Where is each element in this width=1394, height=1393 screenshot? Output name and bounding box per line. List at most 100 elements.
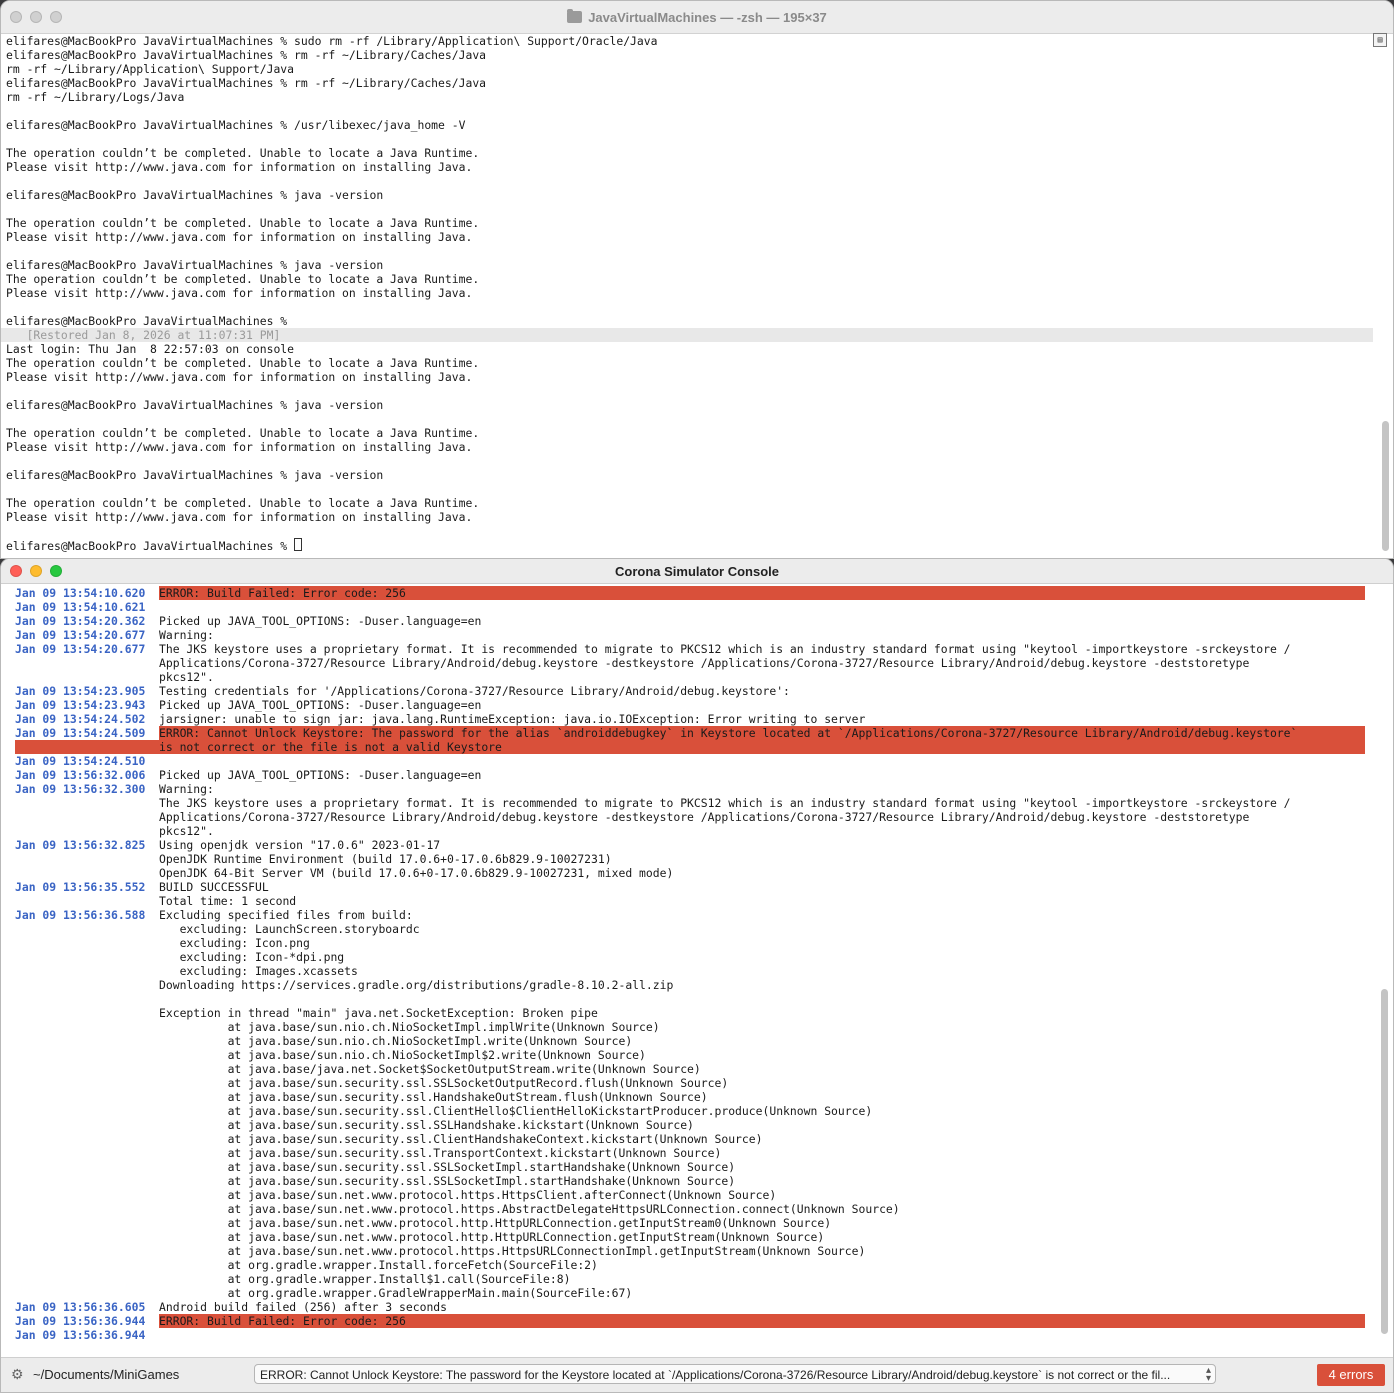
log-message: Picked up JAVA_TOOL_OPTIONS: -Duser.lang… (159, 614, 482, 628)
log-timestamp: Jan 09 13:56:32.006 (15, 768, 146, 782)
log-timestamp: Jan 09 13:56:36.588 (15, 908, 146, 922)
window-controls (10, 565, 62, 577)
terminal-line: Please visit http://www.java.com for inf… (6, 160, 473, 174)
terminal-line: elifares@MacBookPro JavaVirtualMachines … (6, 34, 658, 48)
console-log[interactable]: Jan 09 13:54:10.620 ERROR: Build Failed: … (15, 586, 1365, 1342)
log-message: Picked up JAVA_TOOL_OPTIONS: -Duser.lang… (159, 698, 482, 712)
minimize-button[interactable] (30, 565, 42, 577)
log-timestamp: Jan 09 13:56:32.300 (15, 782, 146, 796)
log-message: BUILD SUCCESSFUL Total time: 1 second (159, 880, 297, 908)
log-message (159, 600, 1365, 614)
log-entry-error: Jan 09 13:54:24.509 ERROR: Cannot Unlock … (15, 726, 1365, 754)
console-title: Corona Simulator Console (615, 563, 779, 579)
log-timestamp: Jan 09 13:54:10.620 (15, 586, 146, 600)
error-select[interactable]: ERROR: Cannot Unlock Keystore: The passw… (254, 1364, 1216, 1384)
console-titlebar[interactable]: Corona Simulator Console (1, 559, 1393, 584)
log-message: jarsigner: unable to sign jar: java.lang… (159, 712, 866, 726)
log-timestamp: Jan 09 13:54:24.509 (15, 726, 159, 754)
terminal-line: elifares@MacBookPro JavaVirtualMachines … (6, 538, 1369, 553)
log-message: The JKS keystore uses a proprietary form… (159, 642, 1291, 684)
log-message: Warning: (159, 628, 214, 642)
log-message: ERROR: Cannot Unlock Keystore: The passw… (159, 726, 1365, 754)
log-timestamp: Jan 09 13:54:23.905 (15, 684, 146, 698)
log-entry: Jan 09 13:56:32.825 Using openjdk version… (15, 838, 1365, 880)
window-controls (10, 11, 62, 23)
folder-icon (567, 9, 583, 23)
terminal-line: The operation couldn’t be completed. Una… (6, 426, 480, 440)
log-message: Warning: The JKS keystore uses a proprie… (159, 782, 1291, 838)
close-button[interactable] (10, 11, 22, 23)
terminal-titlebar[interactable]: JavaVirtualMachines — -zsh — 195×37 (1, 1, 1393, 34)
minimize-button[interactable] (30, 11, 42, 23)
log-timestamp: Jan 09 13:56:36.944 (15, 1314, 146, 1328)
log-entry: Jan 09 13:56:36.605 Android build failed … (15, 1300, 1365, 1314)
terminal-line: Please visit http://www.java.com for inf… (6, 510, 473, 524)
terminal-line: The operation couldn’t be completed. Una… (6, 216, 480, 230)
scroll-toggle-icon[interactable]: ▤ (1373, 33, 1387, 47)
log-entry: Jan 09 13:56:32.300 Warning: The JKS keys… (15, 782, 1365, 838)
log-timestamp: Jan 09 13:54:24.502 (15, 712, 146, 726)
terminal-line: elifares@MacBookPro JavaVirtualMachines … (6, 258, 384, 272)
terminal-line: elifares@MacBookPro JavaVirtualMachines … (6, 398, 384, 412)
log-entry: Jan 09 13:56:36.588 Excluding specified f… (15, 908, 1365, 1300)
terminal-line: elifares@MacBookPro JavaVirtualMachines … (6, 76, 487, 90)
terminal-title: JavaVirtualMachines — -zsh — 195×37 (588, 9, 827, 25)
zoom-button[interactable] (50, 565, 62, 577)
terminal-line: elifares@MacBookPro JavaVirtualMachines … (6, 188, 384, 202)
log-timestamp: Jan 09 13:56:36.944 (15, 1328, 146, 1342)
log-message (159, 1328, 1365, 1342)
log-timestamp: Jan 09 13:56:36.605 (15, 1300, 146, 1314)
zoom-button[interactable] (50, 11, 62, 23)
log-entry: Jan 09 13:54:23.943 Picked up JAVA_TOOL_O… (15, 698, 1365, 712)
terminal-line: The operation couldn’t be completed. Una… (6, 356, 480, 370)
terminal-line: elifares@MacBookPro JavaVirtualMachines … (6, 48, 487, 62)
log-entry: Jan 09 13:54:20.677 Warning: (15, 628, 1365, 642)
error-count-badge[interactable]: 4 errors (1317, 1364, 1385, 1386)
terminal-line: Last login: Thu Jan 8 22:57:03 on consol… (6, 342, 295, 356)
log-timestamp: Jan 09 13:54:23.943 (15, 698, 146, 712)
log-message: Android build failed (256) after 3 secon… (159, 1300, 448, 1314)
terminal-output[interactable]: elifares@MacBookPro JavaVirtualMachines … (1, 34, 1373, 558)
terminal-line: elifares@MacBookPro JavaVirtualMachines … (6, 314, 288, 328)
terminal-line: elifares@MacBookPro JavaVirtualMachines … (6, 118, 466, 132)
log-message: Testing credentials for '/Applications/C… (159, 684, 790, 698)
log-entry: Jan 09 13:56:36.944 (15, 1328, 1365, 1342)
log-message: ERROR: Build Failed: Error code: 256 (159, 586, 1365, 600)
log-entry: Jan 09 13:54:20.362 Picked up JAVA_TOOL_O… (15, 614, 1365, 628)
console-scrollbar[interactable] (1381, 989, 1388, 1334)
gear-icon[interactable]: ⚙ (11, 1367, 25, 1381)
restored-session-marker: [Restored Jan 8, 2026 at 11:07:31 PM] (1, 328, 1373, 342)
chevron-updown-icon: ▴ ▾ (1205, 1365, 1211, 1384)
log-timestamp: Jan 09 13:54:24.510 (15, 754, 146, 768)
log-message: Picked up JAVA_TOOL_OPTIONS: -Duser.lang… (159, 768, 482, 782)
terminal-scrollbar[interactable] (1382, 421, 1389, 551)
error-select-value: ERROR: Cannot Unlock Keystore: The passw… (260, 1368, 1171, 1382)
terminal-line: The operation couldn’t be completed. Una… (6, 272, 480, 286)
log-entry-error: Jan 09 13:56:36.944 ERROR: Build Failed: … (15, 1314, 1365, 1328)
log-entry: Jan 09 13:54:20.677 The JKS keystore uses… (15, 642, 1365, 684)
log-entry: Jan 09 13:56:35.552 BUILD SUCCESSFUL Tota… (15, 880, 1365, 908)
log-message (159, 754, 1365, 768)
terminal-line: Please visit http://www.java.com for inf… (6, 440, 473, 454)
log-timestamp: Jan 09 13:54:10.621 (15, 600, 146, 614)
log-entry: Jan 09 13:54:24.510 (15, 754, 1365, 768)
log-timestamp: Jan 09 13:54:20.362 (15, 614, 146, 628)
log-entry: Jan 09 13:56:32.006 Picked up JAVA_TOOL_O… (15, 768, 1365, 782)
console-window: Corona Simulator Console Jan 09 13:54:10… (0, 558, 1394, 1393)
terminal-window: JavaVirtualMachines — -zsh — 195×37 ▤ el… (0, 0, 1394, 559)
terminal-line: Please visit http://www.java.com for inf… (6, 286, 473, 300)
terminal-line: rm -rf ~/Library/Logs/Java (6, 90, 185, 104)
log-timestamp: Jan 09 13:56:35.552 (15, 880, 146, 894)
terminal-line: rm -rf ~/Library/Application\ Support/Ja… (6, 62, 295, 76)
terminal-line: The operation couldn’t be completed. Una… (6, 496, 480, 510)
log-timestamp: Jan 09 13:54:20.677 (15, 628, 146, 642)
log-entry-error: Jan 09 13:54:10.620 ERROR: Build Failed: … (15, 586, 1365, 600)
log-message: Using openjdk version "17.0.6" 2023-01-1… (159, 838, 674, 880)
status-bar: ⚙ ~/Documents/MiniGames ERROR: Cannot Un… (1, 1357, 1393, 1392)
close-button[interactable] (10, 565, 22, 577)
